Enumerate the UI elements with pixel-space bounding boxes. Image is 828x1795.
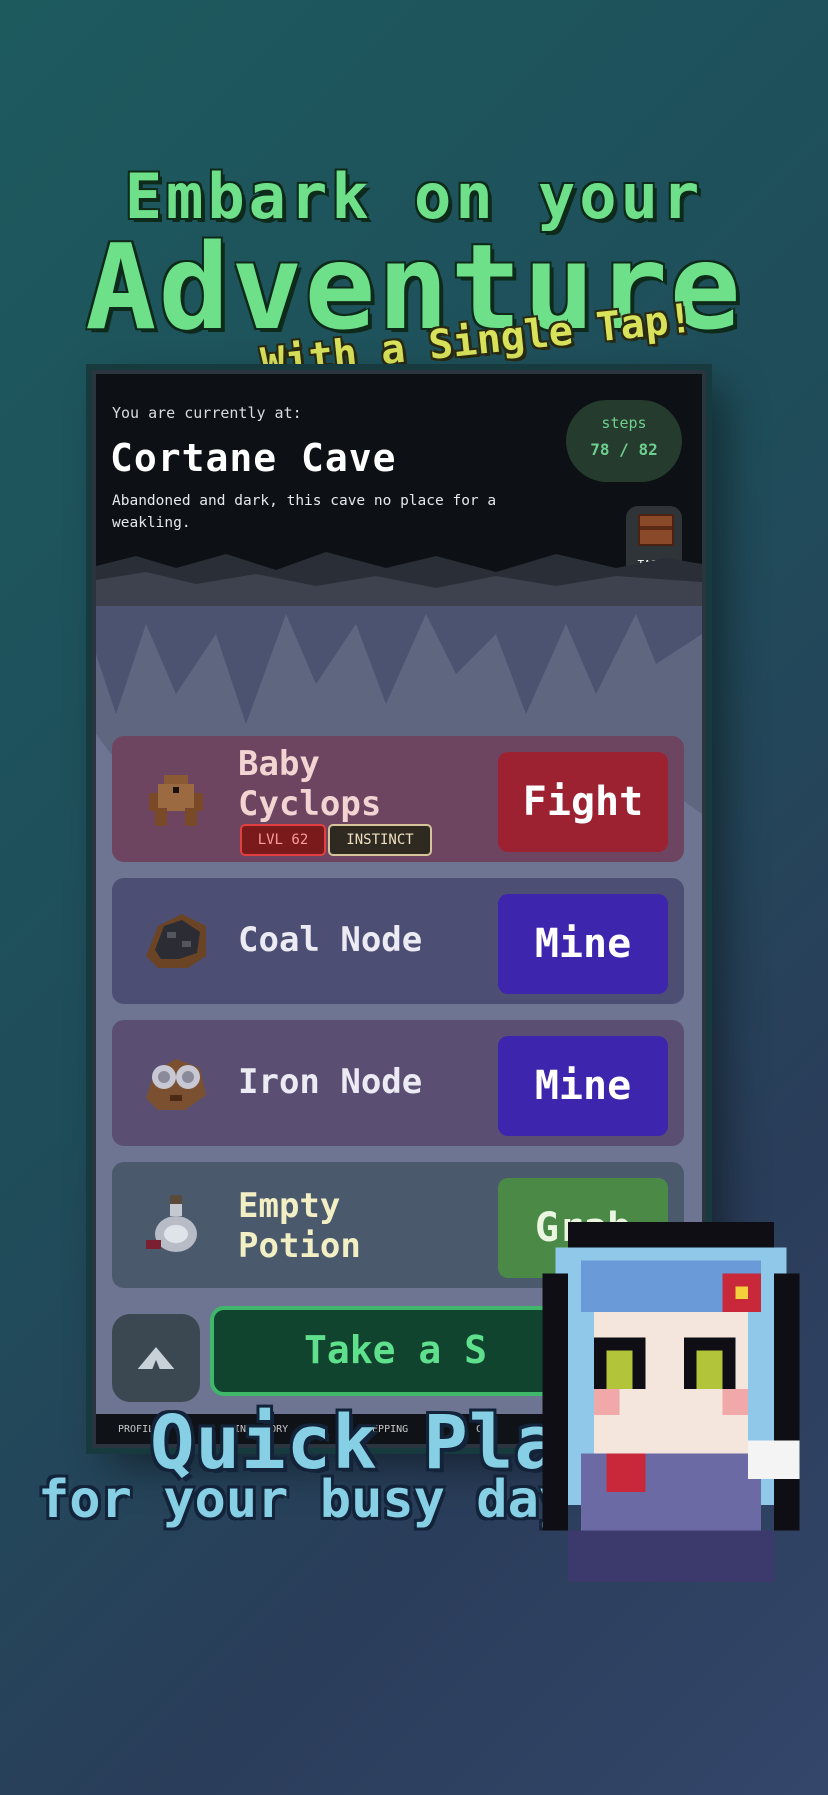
take-a-step-label: Take a S [304,1328,488,1372]
potion-icon [146,1195,197,1252]
location-description: Abandoned and dark, this cave no place f… [112,493,497,531]
cave-rocks-decor [96,552,702,606]
iron-ore-icon [146,1059,206,1110]
mine-button[interactable]: Mine [498,894,668,994]
steps-counter: steps 78 / 82 [566,400,682,482]
encounter-card-coal-node: Coal Node Mine [112,878,684,1004]
steps-value: 78 / 82 [590,440,658,459]
instinct-badge: INSTINCT [328,824,432,856]
steps-label: steps [601,414,647,432]
mine-button[interactable]: Mine [498,1036,668,1136]
location-header: You are currently at: Cortane Cave Aband… [96,374,702,576]
busy-day-text: for your busy day [38,1470,571,1530]
tent-icon [137,1347,175,1369]
location-name: Cortane Cave [110,436,397,480]
pixel-character-illustration [542,1222,800,1582]
encounter-title: Empty Potion [238,1186,361,1266]
encounter-card-iron-node: Iron Node Mine [112,1020,684,1146]
camp-button[interactable] [112,1314,200,1402]
encounter-title: Coal Node [238,920,423,960]
chest-icon [638,514,674,546]
location-prefix: You are currently at: [112,404,302,422]
encounter-card-baby-cyclops: Baby Cyclops LVL 62 INSTINCT Fight [112,736,684,862]
coal-ore-icon [146,914,206,968]
level-badge: LVL 62 [240,824,326,856]
encounter-title: Iron Node [238,1062,423,1102]
fight-button[interactable]: Fight [498,752,668,852]
encounter-title: Baby Cyclops [238,744,382,824]
cyclops-icon [149,775,203,826]
